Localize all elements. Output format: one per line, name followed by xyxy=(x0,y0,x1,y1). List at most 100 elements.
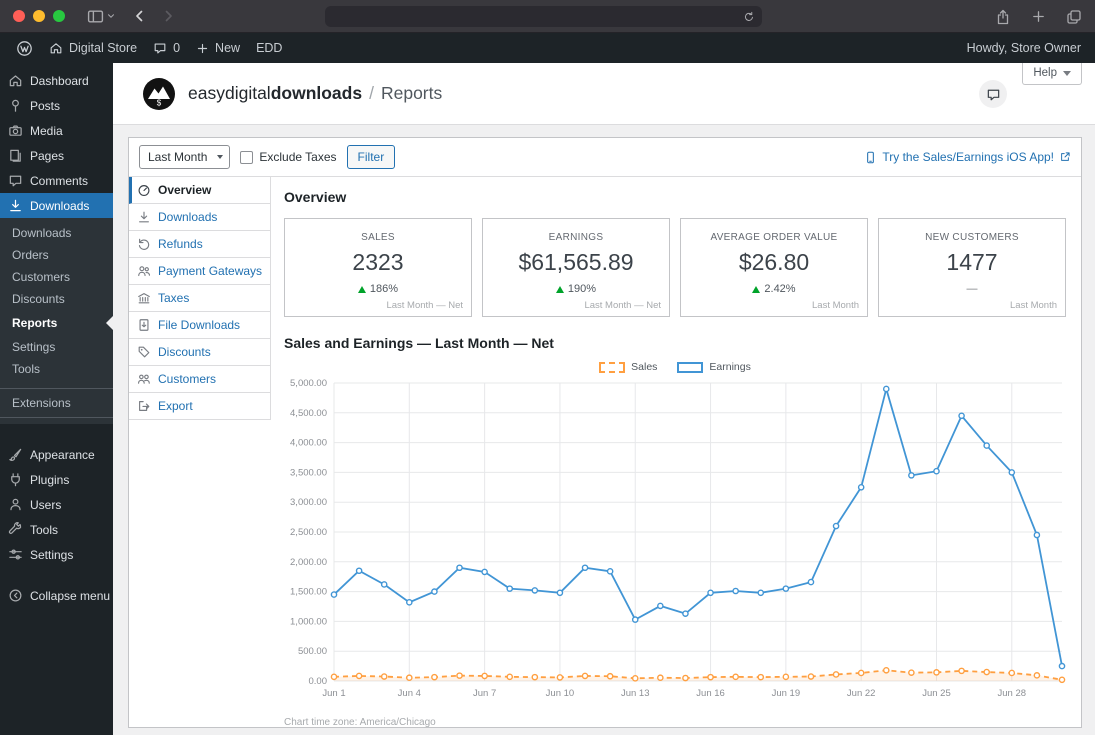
tab-taxes[interactable]: Taxes xyxy=(129,285,271,312)
tag-icon xyxy=(137,345,151,359)
legend-item-sales[interactable]: Sales xyxy=(599,361,657,373)
svg-text:Jun 13: Jun 13 xyxy=(621,688,650,699)
collapse-icon xyxy=(8,588,23,603)
new-tab-icon[interactable] xyxy=(1031,9,1046,24)
dashboard-icon xyxy=(8,73,23,88)
howdy-menu[interactable]: Howdy, Store Owner xyxy=(967,41,1087,55)
edd-menu[interactable]: EDD xyxy=(248,33,290,63)
kpi-tile-average-order-value: AVERAGE ORDER VALUE $26.80 2.42% Last Mo… xyxy=(680,218,868,317)
sidebar-item-dashboard[interactable]: Dashboard xyxy=(0,68,113,93)
help-dropdown[interactable]: Help xyxy=(1022,63,1082,85)
sidebar-item-media[interactable]: Media xyxy=(0,118,113,143)
submenu-item-downloads[interactable]: Downloads xyxy=(0,222,113,244)
wp-admin-bar: Digital Store 0 New EDD Howdy, Store Own… xyxy=(0,33,1095,63)
submenu-item-orders[interactable]: Orders xyxy=(0,244,113,266)
wp-logo-menu[interactable] xyxy=(8,33,41,63)
legend-item-earnings[interactable]: Earnings xyxy=(677,361,751,373)
sidebar-toggle-icon[interactable] xyxy=(87,8,104,25)
tab-payment-gateways[interactable]: Payment Gateways xyxy=(129,258,271,285)
sidebar-item-plugins[interactable]: Plugins xyxy=(0,467,113,492)
tab-label: Taxes xyxy=(158,291,190,305)
sidebar-item-label: Downloads xyxy=(30,198,90,213)
tile-footer: Last Month — Net xyxy=(386,300,463,311)
tab-label: Downloads xyxy=(158,210,218,224)
tile-label: AVERAGE ORDER VALUE xyxy=(710,232,838,243)
downloads-submenu: Downloads Orders Customers Discounts Rep… xyxy=(0,218,113,424)
exclude-taxes-checkbox[interactable]: Exclude Taxes xyxy=(240,150,337,164)
reload-icon[interactable] xyxy=(743,11,755,23)
edd-page-header: $ easydigitaldownloads / Reports xyxy=(113,63,1095,125)
svg-text:5,000.00: 5,000.00 xyxy=(290,378,327,389)
feedback-chat-button[interactable] xyxy=(979,80,1007,108)
submenu-item-settings[interactable]: Settings xyxy=(0,336,113,358)
svg-text:Jun 25: Jun 25 xyxy=(922,688,951,699)
new-content-menu[interactable]: New xyxy=(188,33,248,63)
submenu-label: Reports xyxy=(12,316,58,330)
sidebar-item-comments[interactable]: Comments xyxy=(0,168,113,193)
macos-minimize-button[interactable] xyxy=(33,10,45,22)
edd-label: EDD xyxy=(256,41,283,55)
sidebar-item-settings[interactable]: Settings xyxy=(0,542,113,567)
svg-text:3,500.00: 3,500.00 xyxy=(290,467,327,478)
tab-label: Overview xyxy=(158,183,212,197)
submenu-label: Customers xyxy=(12,270,71,284)
tab-customers[interactable]: Customers xyxy=(129,366,271,393)
tile-label: NEW CUSTOMERS xyxy=(925,232,1019,243)
tab-refunds[interactable]: Refunds xyxy=(129,231,271,258)
svg-text:3,000.00: 3,000.00 xyxy=(290,497,327,508)
screen: Digital Store 0 New EDD Howdy, Store Own… xyxy=(0,0,1095,735)
comments-menu[interactable]: 0 xyxy=(145,33,188,63)
macos-close-button[interactable] xyxy=(13,10,25,22)
plugin-icon xyxy=(8,472,23,487)
filter-button[interactable]: Filter xyxy=(346,145,396,169)
sidebar-item-posts[interactable]: Posts xyxy=(0,93,113,118)
macos-toolbar-right xyxy=(995,0,1082,33)
submenu-label: Tools xyxy=(12,362,41,376)
submenu-item-tools[interactable]: Tools xyxy=(0,358,113,380)
back-icon[interactable] xyxy=(132,8,148,24)
edd-logo: $ xyxy=(143,77,175,110)
tab-overview-icon[interactable] xyxy=(1066,9,1082,25)
tab-overview[interactable]: Overview xyxy=(129,177,271,204)
forward-icon[interactable] xyxy=(160,8,176,24)
file-download-icon xyxy=(137,318,151,332)
share-icon[interactable] xyxy=(995,9,1011,25)
sidebar-item-tools[interactable]: Tools xyxy=(0,517,113,542)
date-range-select[interactable]: Last Month xyxy=(139,145,231,169)
sidebar-item-downloads[interactable]: Downloads xyxy=(0,193,113,218)
submenu-item-discounts[interactable]: Discounts xyxy=(0,288,113,310)
undo-icon xyxy=(137,237,151,251)
select-caret-icon xyxy=(217,155,224,159)
svg-text:2,000.00: 2,000.00 xyxy=(290,557,327,568)
date-range-value: Last Month xyxy=(148,150,208,164)
tab-label: Refunds xyxy=(158,237,203,251)
chart-legend: Sales Earnings xyxy=(284,361,1066,373)
sales-earnings-chart[interactable]: 0.00 500.00 1,000.00 1,500.00 2,000.00 2,500.… xyxy=(284,375,1066,715)
submenu-item-extensions[interactable]: Extensions xyxy=(0,388,113,418)
svg-text:1,500.00: 1,500.00 xyxy=(290,587,327,598)
brand-light: easydigital xyxy=(188,83,271,103)
address-bar[interactable] xyxy=(325,6,762,27)
reports-panel: Last Month Exclude Taxes Filter Try the … xyxy=(128,137,1082,728)
sidebar-item-users[interactable]: Users xyxy=(0,492,113,517)
ios-app-link[interactable]: Try the Sales/Earnings iOS App! xyxy=(864,150,1071,164)
chevron-down-icon[interactable] xyxy=(106,11,116,21)
sidebar-item-pages[interactable]: Pages xyxy=(0,143,113,168)
tile-value: 2323 xyxy=(352,249,404,275)
tab-discounts[interactable]: Discounts xyxy=(129,339,271,366)
tab-export[interactable]: Export xyxy=(129,393,271,420)
macos-zoom-button[interactable] xyxy=(53,10,65,22)
tab-downloads[interactable]: Downloads xyxy=(129,204,271,231)
submenu-item-reports[interactable]: Reports xyxy=(0,310,113,336)
tile-change: — xyxy=(966,283,978,295)
sidebar-item-appearance[interactable]: Appearance xyxy=(0,442,113,467)
svg-text:Jun 1: Jun 1 xyxy=(322,688,345,699)
site-name-menu[interactable]: Digital Store xyxy=(41,33,145,63)
macos-titlebar xyxy=(0,0,1095,33)
collapse-menu-button[interactable]: Collapse menu xyxy=(0,583,113,608)
breadcrumb-separator: / xyxy=(369,83,374,103)
submenu-item-customers[interactable]: Customers xyxy=(0,266,113,288)
tab-file-downloads[interactable]: File Downloads xyxy=(129,312,271,339)
chart-heading: Sales and Earnings — Last Month — Net xyxy=(284,335,554,351)
tab-label: Discounts xyxy=(158,345,211,359)
